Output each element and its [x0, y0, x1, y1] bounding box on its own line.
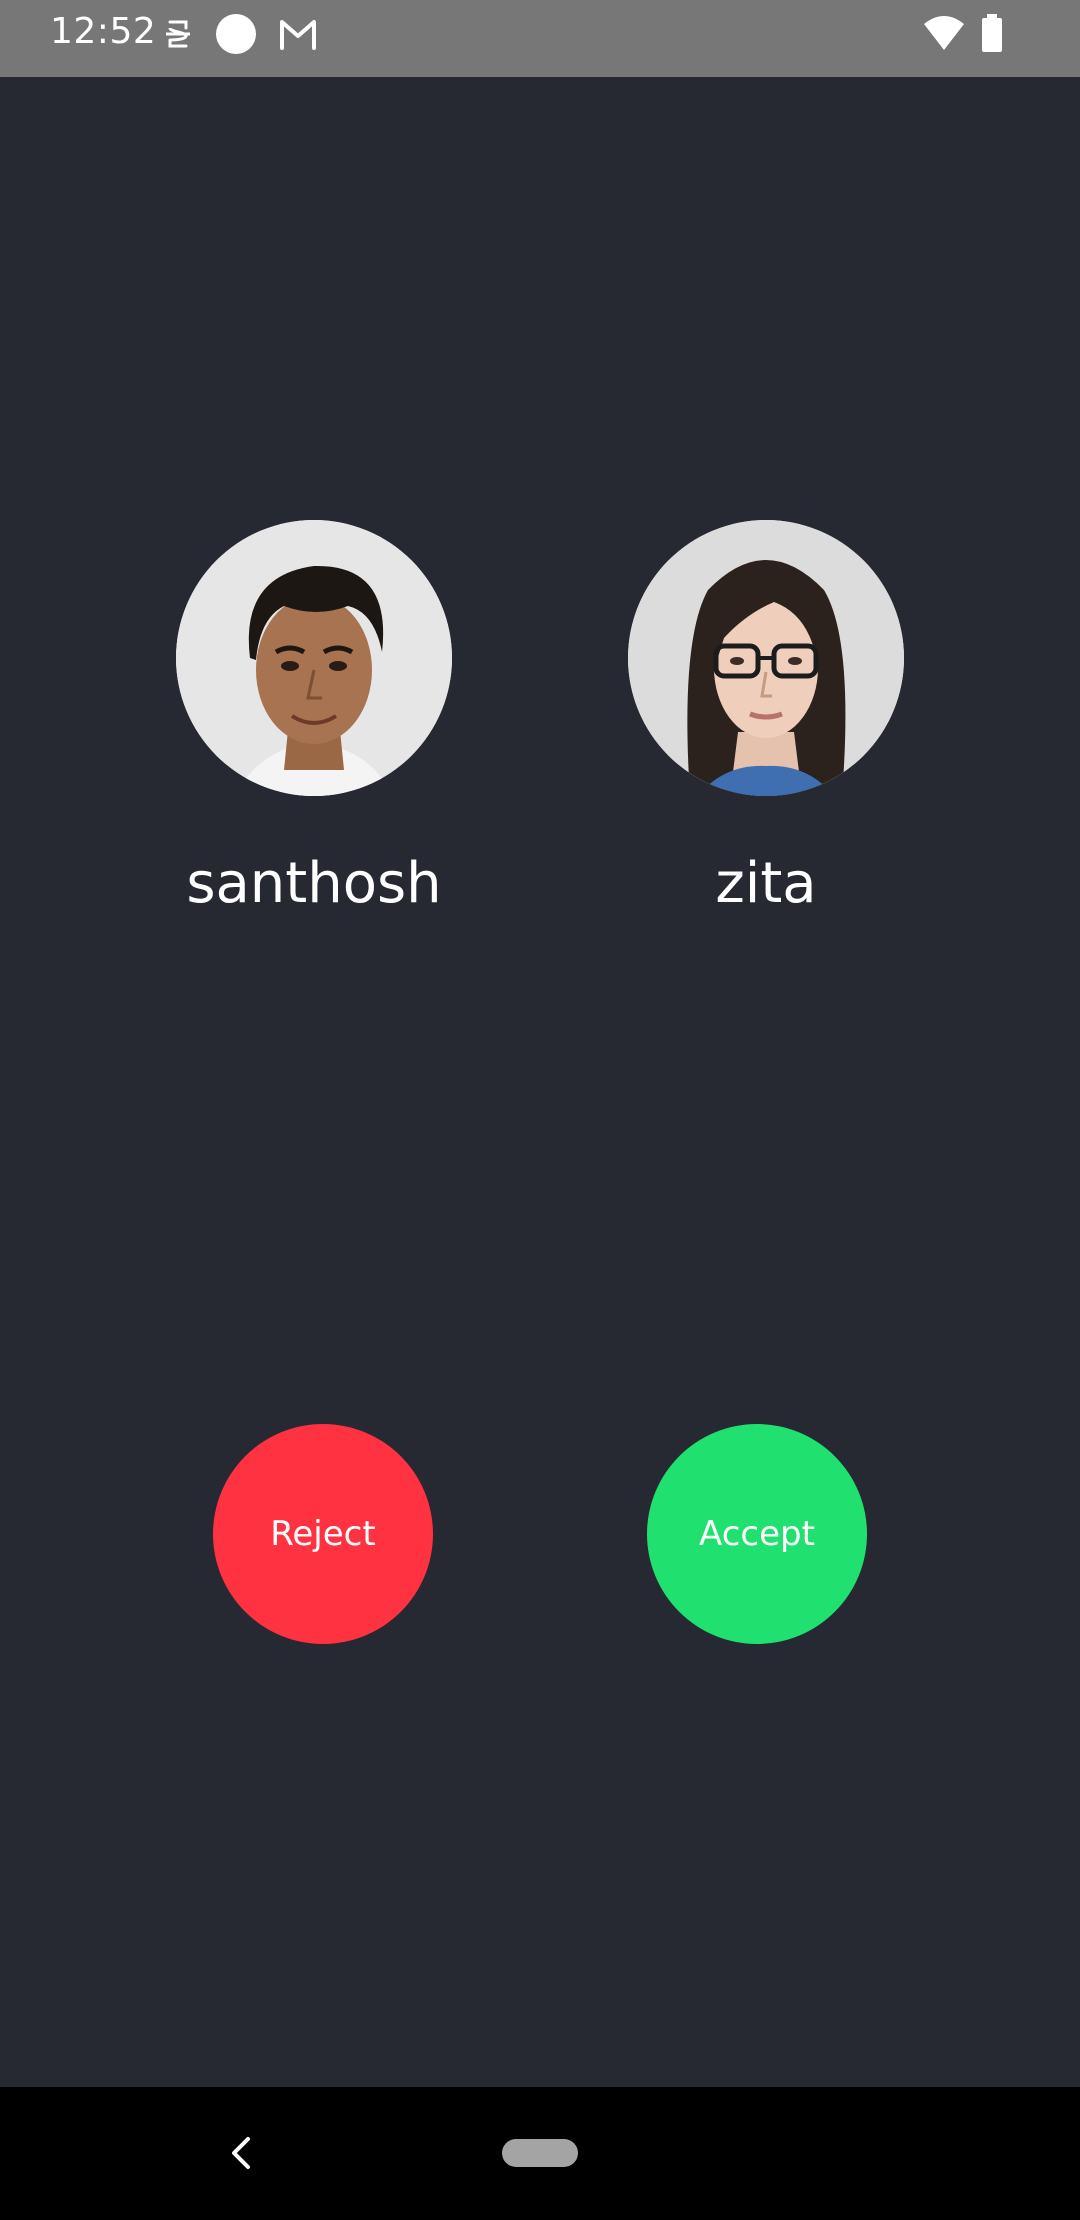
participant-zita: zita — [628, 520, 904, 916]
santhosh-avatar — [176, 520, 452, 796]
zita-avatar — [628, 520, 904, 796]
battery-icon — [980, 14, 1004, 54]
participant-name: santhosh — [186, 851, 442, 916]
accept-button[interactable]: Accept — [647, 1424, 867, 1644]
circle-icon — [216, 14, 256, 54]
gmail-icon — [278, 14, 318, 54]
reject-button[interactable]: Reject — [213, 1424, 433, 1644]
home-pill[interactable] — [502, 2139, 578, 2167]
navigation-bar — [0, 2087, 1080, 2220]
status-time: 12:52 — [50, 11, 157, 52]
back-icon[interactable] — [222, 2133, 258, 2173]
participant-santhosh: santhosh — [176, 520, 452, 916]
wifi-icon — [922, 14, 966, 54]
sync-icon — [158, 14, 198, 54]
incoming-call-screen: 12:52 santhosh zita Reject Accept — [0, 0, 1080, 2220]
status-bar: 12:52 — [0, 0, 1080, 77]
participant-name: zita — [715, 851, 817, 916]
